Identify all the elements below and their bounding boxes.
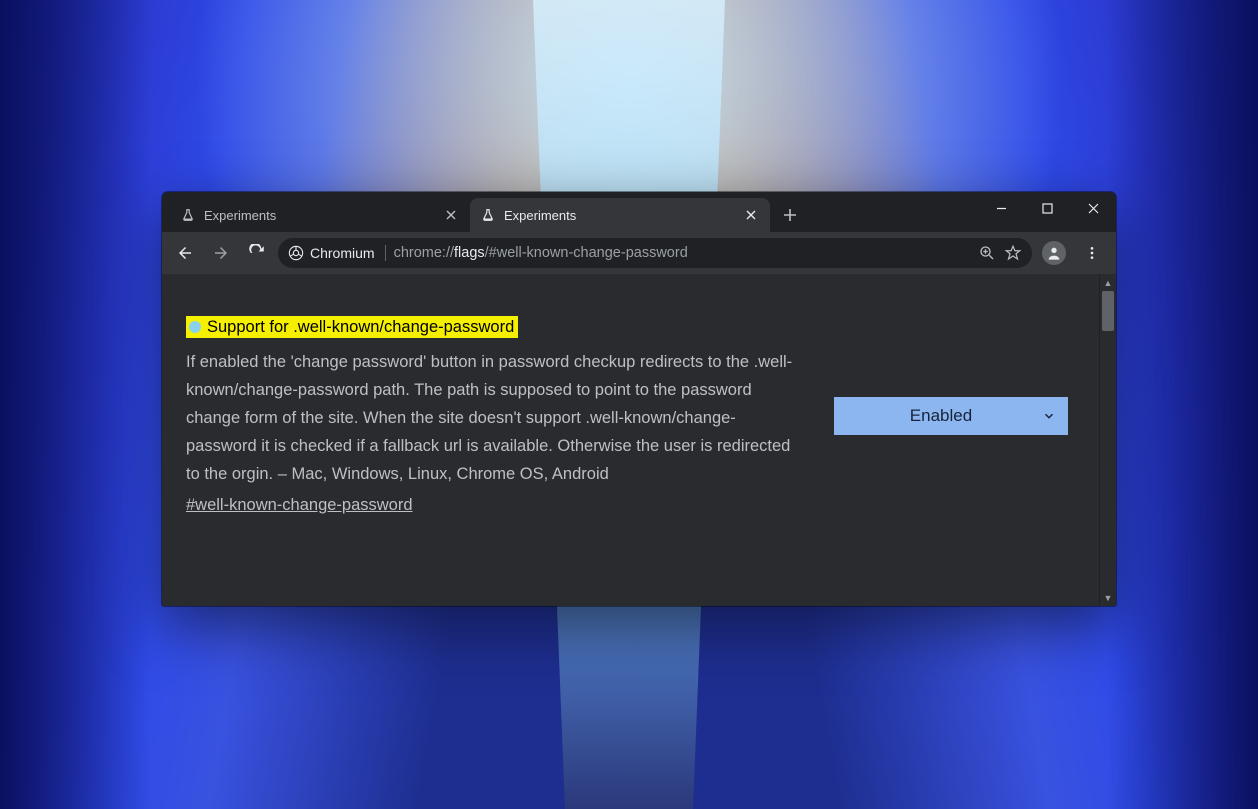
site-chip-label: Chromium	[310, 245, 375, 261]
tab-title: Experiments	[204, 208, 434, 223]
page-content-area: Support for .well-known/change-password …	[162, 274, 1116, 606]
flask-icon	[180, 207, 196, 223]
flag-title-highlight: Support for .well-known/change-password	[186, 316, 518, 338]
tab-strip: Experiments Experiments	[162, 192, 1116, 232]
new-tab-button[interactable]	[776, 201, 804, 229]
toolbar: Chromium chrome://flags/#well-known-chan…	[162, 232, 1116, 274]
profile-button[interactable]	[1038, 237, 1070, 269]
tab-close-button[interactable]	[442, 206, 460, 224]
menu-button[interactable]	[1076, 237, 1108, 269]
forward-button[interactable]	[206, 238, 236, 268]
flag-state-dropdown[interactable]: Enabled	[834, 397, 1068, 435]
browser-window: Experiments Experiments	[162, 192, 1116, 606]
site-chip: Chromium	[288, 245, 386, 261]
status-dot-icon	[189, 321, 201, 333]
bookmark-star-icon[interactable]	[1004, 244, 1022, 262]
back-button[interactable]	[170, 238, 200, 268]
flag-description: If enabled the 'change password' button …	[186, 348, 806, 488]
scroll-thumb[interactable]	[1102, 291, 1114, 331]
desktop-wallpaper: Experiments Experiments	[0, 0, 1258, 809]
scroll-track[interactable]	[1100, 291, 1116, 589]
flag-entry: Support for .well-known/change-password …	[186, 316, 1085, 515]
reload-button[interactable]	[242, 238, 272, 268]
vertical-scrollbar[interactable]: ▲ ▼	[1099, 274, 1116, 606]
flag-state-value: Enabled	[910, 406, 972, 426]
tab-experiments-1[interactable]: Experiments	[170, 198, 470, 232]
chromium-icon	[288, 245, 304, 261]
window-close-button[interactable]	[1070, 192, 1116, 224]
flask-icon	[480, 207, 496, 223]
zoom-icon[interactable]	[978, 244, 996, 262]
maximize-button[interactable]	[1024, 192, 1070, 224]
avatar-icon	[1042, 241, 1066, 265]
window-controls	[978, 192, 1116, 228]
flag-anchor-link[interactable]: #well-known-change-password	[186, 496, 413, 515]
scroll-up-arrow[interactable]: ▲	[1100, 274, 1116, 291]
address-bar[interactable]: Chromium chrome://flags/#well-known-chan…	[278, 238, 1032, 268]
url-text: chrome://flags/#well-known-change-passwo…	[394, 245, 688, 261]
tab-close-button[interactable]	[742, 206, 760, 224]
tab-experiments-2-active[interactable]: Experiments	[470, 198, 770, 232]
flag-title: Support for .well-known/change-password	[207, 316, 514, 338]
chevron-down-icon	[1042, 409, 1056, 423]
tab-title: Experiments	[504, 208, 734, 223]
minimize-button[interactable]	[978, 192, 1024, 224]
scroll-down-arrow[interactable]: ▼	[1100, 589, 1116, 606]
